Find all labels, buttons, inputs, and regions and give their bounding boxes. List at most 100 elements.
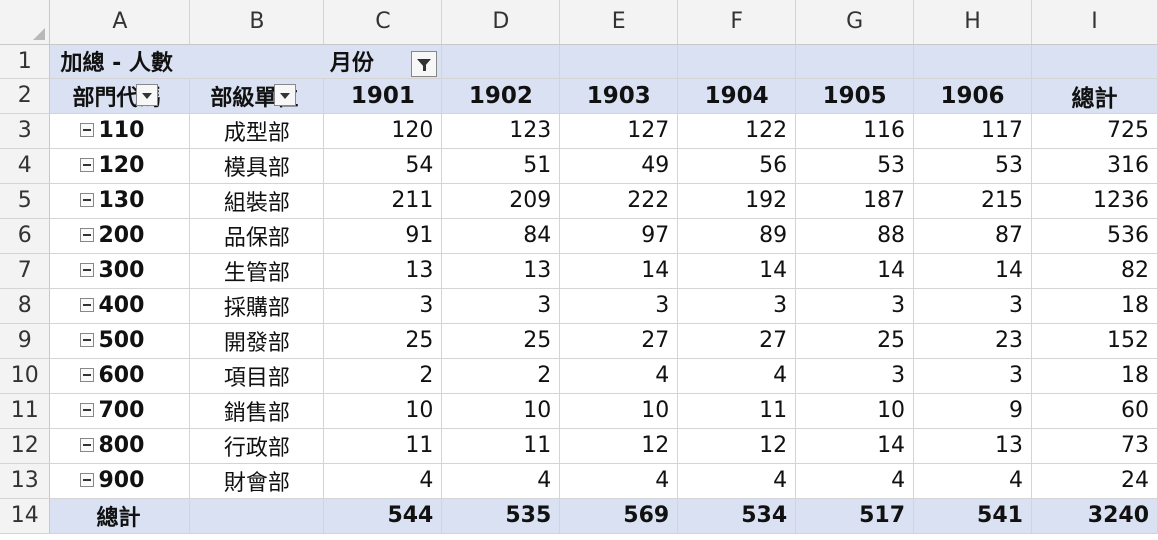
value-cell[interactable]: 89 [677,218,797,254]
column-header-f[interactable]: F [677,0,797,45]
value-cell[interactable]: 120 [323,113,443,149]
row-total-cell[interactable]: 18 [1031,358,1158,394]
dept-unit-cell[interactable]: 生管部 [189,253,325,289]
value-cell[interactable]: 3 [677,288,797,324]
value-cell[interactable]: 4 [559,463,679,499]
value-cell[interactable]: 27 [677,323,797,359]
value-cell[interactable]: 27 [559,323,679,359]
value-cell[interactable]: 84 [441,218,561,254]
value-cell[interactable]: 25 [441,323,561,359]
value-cell[interactable]: 3 [795,358,915,394]
value-cell[interactable]: 12 [677,428,797,464]
row-total-cell[interactable]: 73 [1031,428,1158,464]
dept-code-cell[interactable]: 400 [49,288,191,324]
value-cell[interactable]: 14 [913,253,1032,289]
dept-code-cell[interactable]: 500 [49,323,191,359]
value-cell[interactable]: 49 [559,148,679,184]
value-cell[interactable]: 56 [677,148,797,184]
dept-code-cell[interactable]: 120 [49,148,191,184]
value-cell[interactable]: 25 [323,323,443,359]
value-cell[interactable]: 9 [913,393,1032,429]
value-cell[interactable]: 13 [913,428,1032,464]
grand-total-cell[interactable]: 3240 [1031,497,1158,534]
value-cell[interactable]: 3 [913,358,1032,394]
value-cell[interactable]: 11 [677,393,797,429]
row-header[interactable]: 9 [0,323,51,359]
value-cell[interactable]: 4 [441,463,561,499]
column-header-g[interactable]: G [795,0,915,45]
row-total-cell[interactable]: 1236 [1031,183,1158,219]
row-header[interactable]: 14 [0,497,51,534]
value-cell[interactable]: 116 [795,113,915,149]
value-cell[interactable]: 11 [323,428,443,464]
value-cell[interactable]: 4 [323,463,443,499]
row-header[interactable]: 10 [0,358,51,394]
pivot-value-label[interactable]: 加總 - 人數 [49,44,324,79]
value-cell[interactable]: 3 [441,288,561,324]
value-cell[interactable]: 51 [441,148,561,184]
row-header[interactable]: 4 [0,148,51,184]
row-header[interactable]: 8 [0,288,51,324]
value-cell[interactable]: 222 [559,183,679,219]
row-header[interactable]: 11 [0,393,51,429]
value-cell[interactable]: 91 [323,218,443,254]
grand-total-label[interactable]: 總計 [49,497,191,534]
row-header[interactable]: 12 [0,428,51,464]
value-cell[interactable]: 209 [441,183,561,219]
collapse-minus-icon[interactable] [80,402,95,417]
value-cell[interactable]: 4 [795,463,915,499]
column-header-c[interactable]: C [323,0,443,45]
grand-total-value-cell[interactable]: 544 [323,497,443,534]
value-cell[interactable]: 4 [559,358,679,394]
value-cell[interactable]: 123 [441,113,561,149]
row-header[interactable]: 5 [0,183,51,219]
dept-unit-cell[interactable]: 項目部 [189,358,325,394]
row-header[interactable]: 7 [0,253,51,289]
value-cell[interactable]: 117 [913,113,1032,149]
grand-total-value-cell[interactable]: 535 [441,497,561,534]
value-cell[interactable]: 25 [795,323,915,359]
row-header[interactable]: 6 [0,218,51,254]
value-cell[interactable]: 87 [913,218,1032,254]
value-cell[interactable]: 11 [441,428,561,464]
value-cell[interactable]: 215 [913,183,1032,219]
value-cell[interactable]: 187 [795,183,915,219]
dept-code-cell[interactable]: 600 [49,358,191,394]
value-cell[interactable]: 3 [795,288,915,324]
dept-code-cell[interactable]: 200 [49,218,191,254]
value-cell[interactable]: 4 [913,463,1032,499]
value-cell[interactable]: 13 [441,253,561,289]
value-cell[interactable]: 2 [441,358,561,394]
filter-icon[interactable] [410,51,437,77]
column-header-d[interactable]: D [441,0,561,45]
pivot-row-field-1-cell[interactable]: 部門代碼 [49,78,191,114]
month-header-1903[interactable]: 1903 [559,78,679,114]
collapse-minus-icon[interactable] [80,297,95,312]
select-all-corner[interactable] [0,0,51,45]
value-cell[interactable]: 211 [323,183,443,219]
row-total-cell[interactable]: 536 [1031,218,1158,254]
row-total-cell[interactable]: 82 [1031,253,1158,289]
column-header-i[interactable]: I [1031,0,1158,45]
dept-code-cell[interactable]: 130 [49,183,191,219]
row-total-cell[interactable]: 152 [1031,323,1158,359]
month-header-1904[interactable]: 1904 [677,78,797,114]
row-total-cell[interactable]: 316 [1031,148,1158,184]
dropdown-arrow-icon[interactable] [136,83,159,106]
dept-unit-cell[interactable]: 行政部 [189,428,325,464]
row-header-1[interactable]: 1 [0,44,51,79]
value-cell[interactable]: 14 [795,253,915,289]
dept-unit-cell[interactable]: 財會部 [189,463,325,499]
dept-code-cell[interactable]: 700 [49,393,191,429]
value-cell[interactable]: 10 [441,393,561,429]
value-cell[interactable]: 53 [913,148,1032,184]
value-cell[interactable]: 97 [559,218,679,254]
value-cell[interactable]: 10 [795,393,915,429]
value-cell[interactable]: 54 [323,148,443,184]
value-cell[interactable]: 53 [795,148,915,184]
collapse-minus-icon[interactable] [80,367,95,382]
dept-unit-cell[interactable]: 模具部 [189,148,325,184]
collapse-minus-icon[interactable] [80,157,95,172]
grand-total-value-cell[interactable]: 569 [559,497,679,534]
row-header[interactable]: 13 [0,463,51,499]
